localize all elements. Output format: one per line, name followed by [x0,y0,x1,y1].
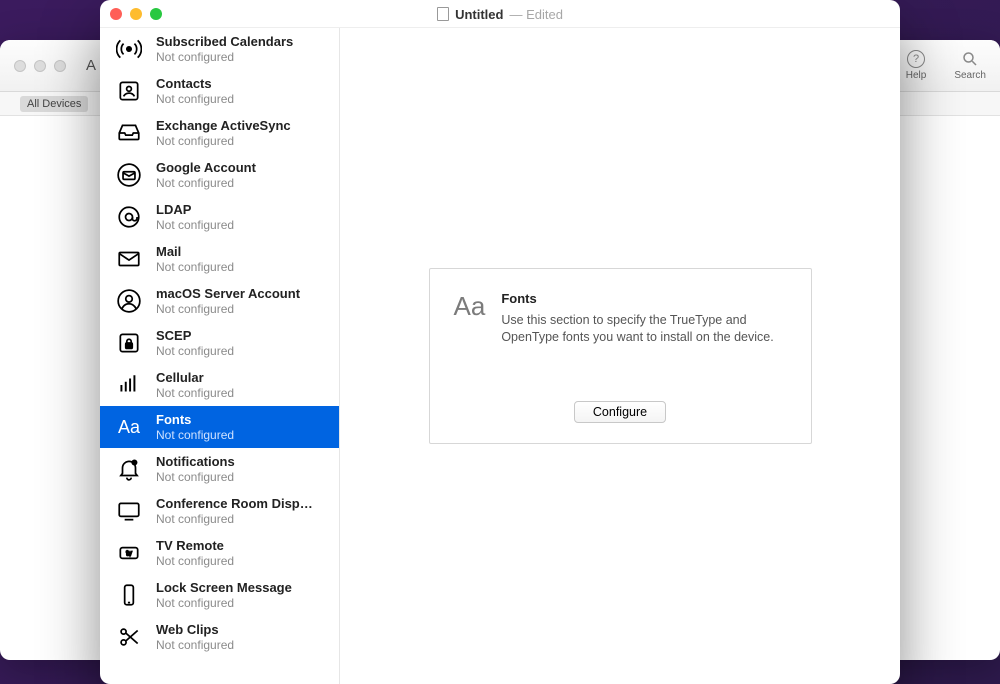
sidebar-item-title: Notifications [156,454,235,470]
sidebar-item-title: macOS Server Account [156,286,300,302]
help-label: Help [906,70,927,81]
sidebar-item-subtitle: Not configured [156,302,300,316]
sidebar-item-contacts[interactable]: ContactsNot configured [100,70,339,112]
bars-icon [114,370,144,400]
bg-zoom-dot [54,60,66,72]
sidebar-item-tv-remote[interactable]: tv TV RemoteNot configured [100,532,339,574]
sidebar-item-title: Conference Room Display [156,496,316,512]
sidebar-item-exchange-activesync[interactable]: Exchange ActiveSyncNot configured [100,112,339,154]
fonts-icon: Aa [454,291,486,319]
svg-text:tv: tv [126,551,132,558]
all-devices-chip[interactable]: All Devices [20,96,88,112]
sidebar-item-subtitle: Not configured [156,596,292,610]
help-toolbar-item[interactable]: ? Help [906,50,927,81]
zoom-button[interactable] [150,8,162,20]
sidebar-item-macos-server[interactable]: macOS Server AccountNot configured [100,280,339,322]
sidebar-item-subtitle: Not configured [156,554,234,568]
sidebar-item-subtitle: Not configured [156,92,234,106]
sidebar-item-ldap[interactable]: LDAPNot configured [100,196,339,238]
payload-card: Aa Fonts Use this section to specify the… [429,268,812,445]
sidebar-item-subtitle: Not configured [156,638,234,652]
bell-icon [114,454,144,484]
sidebar-item-subtitle: Not configured [156,386,234,400]
search-icon [961,50,979,68]
payload-sidebar[interactable]: Subscribed CalendarsNot configuredContac… [100,28,340,684]
at-icon [114,202,144,232]
background-traffic-lights [14,60,66,72]
tray-icon [114,118,144,148]
sidebar-item-title: Cellular [156,370,234,386]
sidebar-item-subtitle: Not configured [156,512,316,526]
search-toolbar-item[interactable]: Search [954,50,986,81]
sidebar-item-subscribed-calendars[interactable]: Subscribed CalendarsNot configured [100,28,339,70]
bg-close-dot [14,60,26,72]
sidebar-item-subtitle: Not configured [156,428,234,442]
modal-titlebar: Untitled — Edited [100,0,900,28]
minimize-button[interactable] [130,8,142,20]
lock-icon [114,328,144,358]
sidebar-item-subtitle: Not configured [156,218,234,232]
document-title: Untitled [455,7,503,22]
display-icon [114,496,144,526]
sidebar-item-title: TV Remote [156,538,234,554]
help-icon: ? [907,50,925,68]
background-title-letter: A [86,57,96,74]
sidebar-item-subtitle: Not configured [156,176,256,190]
sidebar-item-title: Mail [156,244,234,260]
envelope-circle-icon [114,160,144,190]
sidebar-item-scep[interactable]: SCEPNot configured [100,322,339,364]
sidebar-item-title: Contacts [156,76,234,92]
detail-pane: Aa Fonts Use this section to specify the… [340,28,900,684]
document-icon [437,7,449,21]
sidebar-item-cellular[interactable]: CellularNot configured [100,364,339,406]
payload-description: Use this section to specify the TrueType… [501,312,786,346]
sidebar-item-subtitle: Not configured [156,50,293,64]
sidebar-item-fonts[interactable]: Aa FontsNot configured [100,406,339,448]
scissors-icon [114,622,144,652]
sidebar-item-title: Lock Screen Message [156,580,292,596]
sidebar-item-google-account[interactable]: Google AccountNot configured [100,154,339,196]
search-label: Search [954,70,986,81]
person-circle-icon [114,286,144,316]
sidebar-item-lock-screen[interactable]: Lock Screen MessageNot configured [100,574,339,616]
sidebar-item-title: LDAP [156,202,234,218]
aa-icon: Aa [114,412,144,442]
sidebar-item-title: Google Account [156,160,256,176]
sidebar-item-title: Subscribed Calendars [156,34,293,50]
sidebar-item-conference-room[interactable]: Conference Room DisplayNot configured [100,490,339,532]
phone-icon [114,580,144,610]
sidebar-item-title: SCEP [156,328,234,344]
traffic-lights [110,8,162,20]
sidebar-item-subtitle: Not configured [156,470,235,484]
broadcast-icon [114,34,144,64]
sidebar-item-web-clips[interactable]: Web ClipsNot configured [100,616,339,658]
envelope-icon [114,244,144,274]
bg-min-dot [34,60,46,72]
sidebar-item-title: Web Clips [156,622,234,638]
sidebar-item-title: Exchange ActiveSync [156,118,291,134]
close-button[interactable] [110,8,122,20]
sidebar-item-notifications[interactable]: NotificationsNot configured [100,448,339,490]
appletv-icon: tv [114,538,144,568]
profile-editor-window: Untitled — Edited Subscribed CalendarsNo… [100,0,900,684]
sidebar-item-title: Fonts [156,412,234,428]
payload-title: Fonts [501,291,786,306]
sidebar-item-subtitle: Not configured [156,344,234,358]
sidebar-item-subtitle: Not configured [156,134,291,148]
sidebar-item-mail[interactable]: MailNot configured [100,238,339,280]
edited-indicator: — Edited [509,7,562,22]
configure-button[interactable]: Configure [574,401,666,423]
contact-icon [114,76,144,106]
sidebar-item-subtitle: Not configured [156,260,234,274]
